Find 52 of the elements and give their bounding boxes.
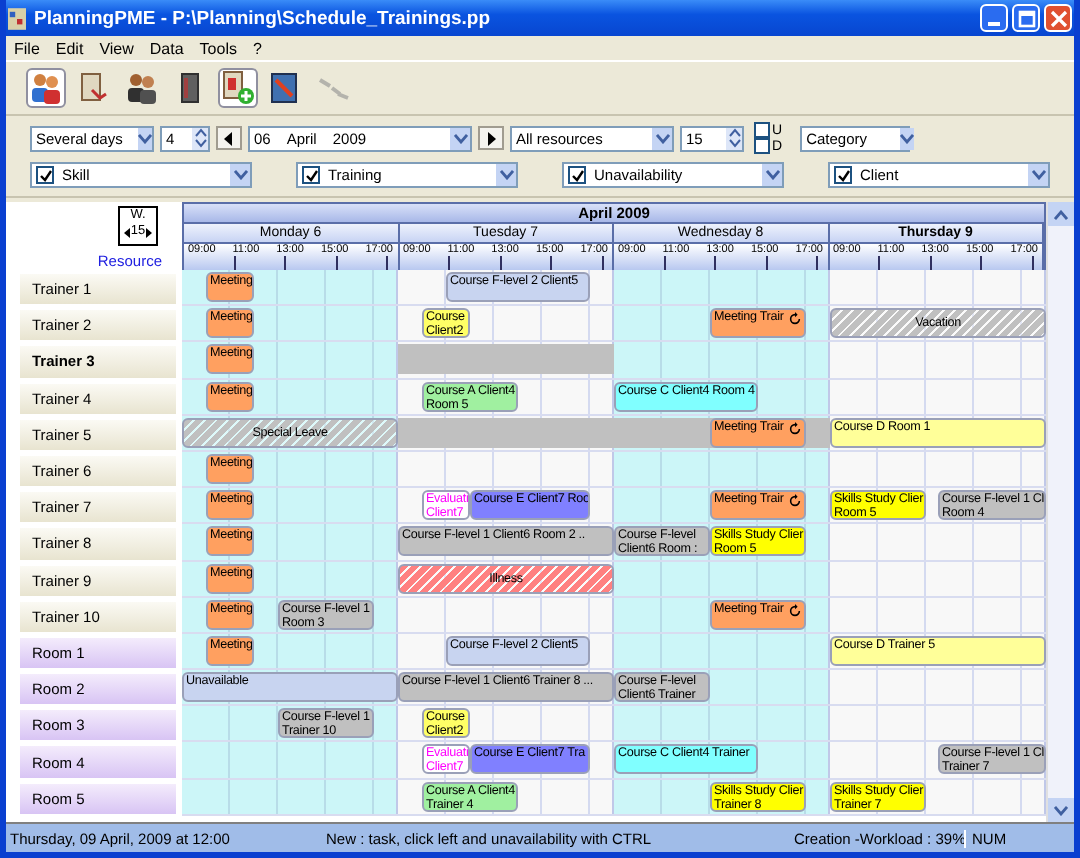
checkbox[interactable] <box>36 166 54 184</box>
minimize-icon <box>988 21 1000 25</box>
minimize-button[interactable] <box>980 4 1008 32</box>
right-triangle-icon[interactable] <box>145 227 152 237</box>
close-icon <box>1049 9 1067 27</box>
maximize-icon <box>1017 9 1035 27</box>
checkbox[interactable] <box>754 122 770 138</box>
app-icon <box>8 7 26 29</box>
menu-item[interactable]: File <box>14 39 40 57</box>
window-title: PlanningPME - P:\Planning\Schedule_Trainings.pp <box>34 7 493 29</box>
people-icon <box>28 70 64 106</box>
checkbox[interactable] <box>754 138 770 154</box>
people-icon <box>124 70 160 106</box>
recurrence-icon <box>788 312 802 327</box>
checkbox[interactable] <box>568 166 586 184</box>
menu-item[interactable]: View <box>99 39 134 57</box>
spin-arrows-icon <box>726 127 742 149</box>
spin-arrows-icon <box>192 127 208 149</box>
scroll-down-button[interactable] <box>1048 798 1074 822</box>
toolbar-button[interactable] <box>26 68 66 108</box>
menu-item[interactable]: ? <box>252 39 262 57</box>
dropdown-arrow-icon <box>762 164 782 186</box>
dropdown-arrow-icon <box>230 164 250 186</box>
right-triangle-icon <box>486 131 496 145</box>
close-button[interactable] <box>1044 4 1072 32</box>
checkbox[interactable] <box>834 166 852 184</box>
toolbar-button[interactable] <box>122 68 162 108</box>
recurrence-icon <box>788 603 802 618</box>
down-chevron-icon <box>1054 805 1068 815</box>
next-button[interactable] <box>478 126 504 150</box>
up-chevron-icon <box>1054 209 1068 219</box>
maximize-button[interactable] <box>1012 4 1040 32</box>
recurrence-icon <box>788 421 802 436</box>
toolbar-button[interactable] <box>218 68 258 108</box>
left-triangle-icon[interactable] <box>124 227 131 237</box>
previous-button[interactable] <box>216 126 242 150</box>
dropdown-arrow-icon <box>652 127 672 149</box>
menu-item[interactable]: Data <box>149 39 184 57</box>
dropdown-arrow-icon <box>450 127 470 149</box>
checkbox[interactable] <box>302 166 320 184</box>
dropdown-arrow-icon <box>1028 164 1048 186</box>
recurrence-icon <box>788 494 802 509</box>
menu-item[interactable]: Tools <box>199 39 237 57</box>
dropdown-arrow-icon <box>899 127 913 149</box>
document-icon <box>76 70 112 106</box>
dropdown-arrow-icon <box>138 127 153 149</box>
left-triangle-icon <box>224 131 234 145</box>
scroll-up-button[interactable] <box>1048 202 1074 226</box>
menu-item[interactable]: Edit <box>55 39 84 57</box>
add-document-icon <box>220 70 256 106</box>
dropdown-arrow-icon <box>496 164 516 186</box>
vertical-scrollbar[interactable] <box>1046 202 1074 822</box>
